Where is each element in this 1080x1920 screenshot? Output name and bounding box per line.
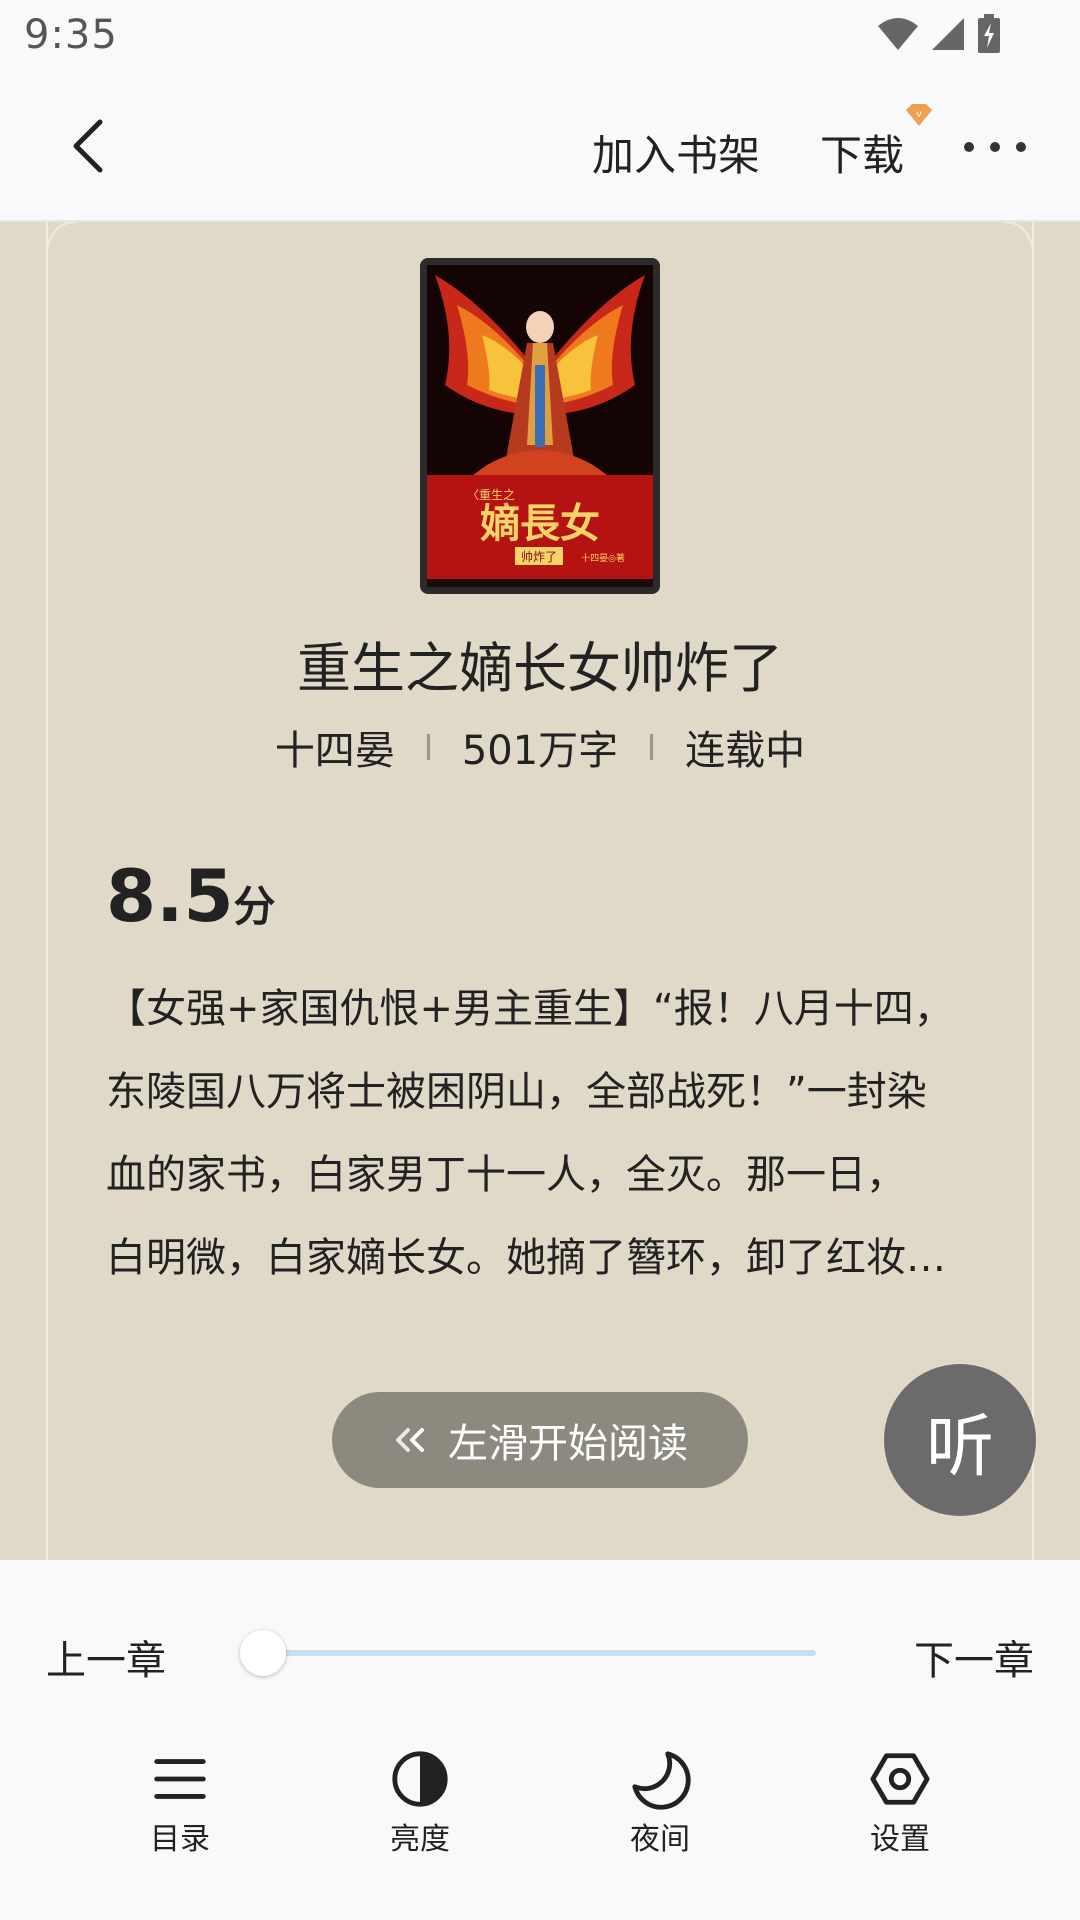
- vip-badge-label: v: [916, 109, 922, 120]
- meta-divider: [426, 734, 430, 760]
- book-intro-page[interactable]: 〈重生之 嫡長女 帅炸了 十四晏◎著 重生之嫡长女帅炸了 十四晏 501万字 连…: [0, 222, 1080, 1560]
- nav-night-mode[interactable]: 夜间: [590, 1748, 730, 1858]
- slider-thumb[interactable]: [240, 1630, 286, 1676]
- book-author[interactable]: 十四晏: [275, 718, 395, 776]
- chevron-left-icon: [73, 119, 103, 173]
- nav-label: 夜间: [630, 1822, 690, 1857]
- reader-control-panel: 上一章 下一章 目录 亮度 夜间 设置: [0, 1560, 1080, 1920]
- summary-line: 【女强+家国仇恨+男主重生】“报！八月十四，: [106, 986, 954, 1032]
- status-time: 9:35: [24, 12, 118, 58]
- swipe-to-read-label: 左滑开始阅读: [448, 1421, 688, 1467]
- corner-ornament-icon: [46, 222, 77, 266]
- double-chevron-left-icon: [396, 1428, 424, 1452]
- meta-divider: [650, 734, 654, 760]
- more-dot-icon: [1016, 142, 1026, 152]
- swipe-to-read-button[interactable]: 左滑开始阅读: [332, 1392, 748, 1488]
- download-button[interactable]: 下载: [820, 122, 904, 183]
- nav-label: 亮度: [390, 1822, 450, 1857]
- list-icon: [154, 1759, 206, 1799]
- book-summary[interactable]: 【女强+家国仇恨+男主重生】“报！八月十四， 东陵国八万将士被困阴山，全部战死！…: [106, 968, 986, 1300]
- cover-author: 十四晏◎著: [581, 552, 625, 564]
- score-value: 8.5: [106, 854, 234, 938]
- cover-title: 嫡長女: [480, 500, 600, 547]
- nav-label: 目录: [150, 1822, 210, 1857]
- summary-line: 东陵国八万将士被困阴山，全部战死！”一封染: [106, 1069, 927, 1115]
- score-unit: 分: [233, 882, 276, 931]
- book-word-count: 501万字: [461, 728, 619, 774]
- book-score: 8.5分: [106, 854, 276, 938]
- status-bar: 9:35: [0, 0, 1080, 72]
- settings-icon: [870, 1753, 930, 1805]
- battery-icon: [978, 14, 1000, 53]
- book-status: 连载中: [685, 728, 806, 774]
- listen-button[interactable]: 听: [884, 1364, 1036, 1516]
- nav-brightness[interactable]: 亮度: [350, 1748, 490, 1858]
- chapter-progress-slider[interactable]: [262, 1650, 816, 1656]
- cover-art: 〈重生之 嫡長女 帅炸了 十四晏◎著: [427, 265, 653, 587]
- book-cover[interactable]: 〈重生之 嫡長女 帅炸了 十四晏◎著: [420, 258, 660, 594]
- book-title: 重生之嫡长女帅炸了: [297, 637, 783, 700]
- more-dot-icon: [964, 142, 974, 152]
- nav-settings[interactable]: 设置: [830, 1748, 970, 1858]
- signal-icon: [932, 18, 964, 50]
- more-options-button[interactable]: [964, 132, 1026, 162]
- moon-icon: [632, 1751, 691, 1810]
- back-button[interactable]: [62, 116, 122, 176]
- vip-badge-icon: v: [906, 104, 932, 126]
- cover-tag: 帅炸了: [521, 550, 557, 564]
- summary-line: 血的家书，白家男丁十一人，全灭。那一日，: [106, 1152, 906, 1198]
- book-meta: 十四晏 501万字 连载中: [0, 718, 1080, 776]
- corner-ornament-icon: [1003, 222, 1034, 266]
- wifi-icon: [878, 18, 918, 50]
- next-chapter-button[interactable]: 下一章: [914, 1628, 1034, 1686]
- summary-line: 白明微，白家嫡长女。她摘了簪环，卸了红妆…: [106, 1235, 946, 1281]
- more-dot-icon: [990, 142, 1000, 152]
- nav-catalog[interactable]: 目录: [110, 1748, 250, 1858]
- prev-chapter-button[interactable]: 上一章: [46, 1628, 166, 1686]
- brightness-icon: [392, 1751, 448, 1807]
- top-bar: 加入书架 下载 v: [0, 72, 1080, 222]
- add-to-shelf-button[interactable]: 加入书架: [592, 122, 760, 183]
- status-icons: [876, 14, 1002, 54]
- nav-label: 设置: [870, 1822, 930, 1857]
